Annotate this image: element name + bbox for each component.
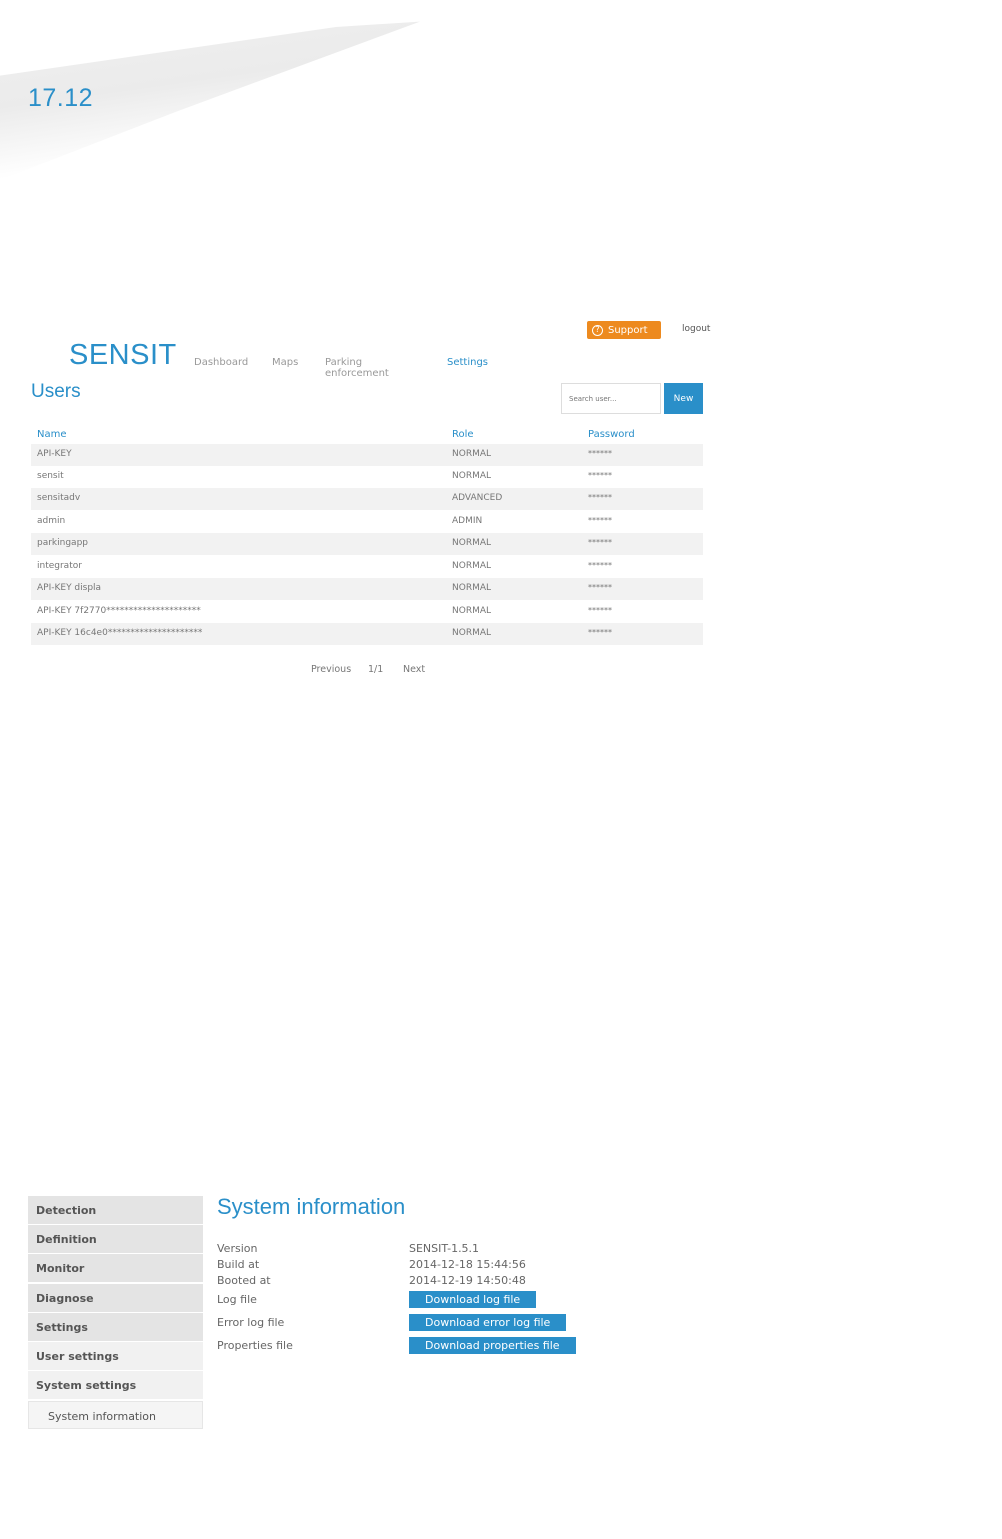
pager-previous[interactable]: Previous bbox=[311, 664, 351, 675]
nav-maps[interactable]: Maps bbox=[272, 357, 298, 368]
table-row[interactable]: API-KEY 16c4e0********************* NORM… bbox=[31, 623, 703, 645]
table-row[interactable]: API-KEY NORMAL ****** bbox=[31, 444, 703, 466]
sidebar-item-monitor[interactable]: Monitor bbox=[28, 1254, 203, 1282]
pager-next[interactable]: Next bbox=[403, 664, 425, 675]
search-input[interactable] bbox=[561, 383, 661, 414]
support-button[interactable]: ? Support bbox=[587, 321, 661, 339]
booted-label: Booted at bbox=[217, 1274, 271, 1287]
sidebar-item-user-settings[interactable]: User settings bbox=[28, 1342, 203, 1370]
cell-password: ****** bbox=[588, 449, 612, 458]
page-title: Users bbox=[31, 381, 81, 402]
booted-value: 2014-12-19 14:50:48 bbox=[409, 1274, 526, 1287]
cell-role: NORMAL bbox=[452, 606, 492, 616]
cell-name: parkingapp bbox=[37, 538, 88, 548]
help-icon: ? bbox=[592, 324, 603, 336]
cell-role: ADMIN bbox=[452, 516, 483, 526]
cell-name: sensit bbox=[37, 471, 64, 481]
app-logo[interactable]: SENSIT bbox=[69, 339, 177, 372]
table-row[interactable]: admin ADMIN ****** bbox=[31, 511, 703, 533]
sidebar-item-settings[interactable]: Settings bbox=[28, 1313, 203, 1341]
cell-name: admin bbox=[37, 516, 66, 526]
cell-password: ****** bbox=[588, 538, 612, 547]
sidebar-item-system-settings[interactable]: System settings bbox=[28, 1371, 203, 1399]
table-row[interactable]: parkingapp NORMAL ****** bbox=[31, 533, 703, 555]
build-value: 2014-12-18 15:44:56 bbox=[409, 1258, 526, 1271]
cell-password: ****** bbox=[588, 561, 612, 570]
nav-dashboard[interactable]: Dashboard bbox=[194, 357, 248, 368]
download-log-button[interactable]: Download log file bbox=[409, 1291, 537, 1308]
cell-role: ADVANCED bbox=[452, 493, 503, 503]
sidebar-item-diagnose[interactable]: Diagnose bbox=[28, 1284, 203, 1312]
error-log-label: Error log file bbox=[217, 1316, 285, 1329]
properties-file-label: Properties file bbox=[217, 1339, 293, 1352]
cell-password: ****** bbox=[588, 583, 612, 592]
support-label: Support bbox=[608, 324, 648, 336]
cell-password: ****** bbox=[588, 471, 612, 480]
cell-name: API-KEY bbox=[37, 449, 72, 459]
column-header-password[interactable]: Password bbox=[588, 429, 635, 440]
cell-name: API-KEY displa bbox=[37, 583, 102, 593]
nav-settings[interactable]: Settings bbox=[447, 357, 488, 368]
sidebar-item-definition[interactable]: Definition bbox=[28, 1225, 203, 1253]
cell-name: API-KEY 16c4e0********************* bbox=[37, 628, 203, 638]
table-row[interactable]: API-KEY 7f2770********************* NORM… bbox=[31, 601, 703, 623]
version-value: SENSIT-1.5.1 bbox=[409, 1242, 480, 1255]
cell-role: NORMAL bbox=[452, 583, 492, 593]
logout-link[interactable]: logout bbox=[682, 324, 710, 334]
cell-role: NORMAL bbox=[452, 471, 492, 481]
version-label: Version bbox=[217, 1242, 258, 1255]
cell-role: NORMAL bbox=[452, 561, 492, 571]
cell-role: NORMAL bbox=[452, 628, 492, 638]
column-header-role[interactable]: Role bbox=[452, 429, 474, 440]
system-info-title: System information bbox=[217, 1194, 406, 1219]
cell-role: NORMAL bbox=[452, 449, 492, 459]
cell-password: ****** bbox=[588, 606, 612, 615]
table-row[interactable]: integrator NORMAL ****** bbox=[31, 556, 703, 578]
cell-role: NORMAL bbox=[452, 538, 492, 548]
download-error-log-button[interactable]: Download error log file bbox=[409, 1314, 567, 1331]
cell-password: ****** bbox=[588, 516, 612, 525]
download-properties-button[interactable]: Download properties file bbox=[409, 1337, 576, 1354]
sidebar-item-system-information[interactable]: System information bbox=[28, 1401, 203, 1429]
build-label: Build at bbox=[217, 1258, 260, 1271]
cell-name: API-KEY 7f2770********************* bbox=[37, 606, 201, 616]
cell-name: sensitadv bbox=[37, 493, 81, 503]
cell-name: integrator bbox=[37, 561, 82, 571]
cell-password: ****** bbox=[588, 493, 612, 502]
table-row[interactable]: sensit NORMAL ****** bbox=[31, 466, 703, 488]
nav-parking-enforcement[interactable]: Parking enforcement bbox=[325, 357, 389, 379]
table-row[interactable]: sensitadv ADVANCED ****** bbox=[31, 488, 703, 510]
pager-page: 1/1 bbox=[368, 664, 384, 675]
table-row[interactable]: API-KEY displa NORMAL ****** bbox=[31, 578, 703, 600]
column-header-name[interactable]: Name bbox=[37, 429, 67, 440]
log-file-label: Log file bbox=[217, 1293, 257, 1306]
new-user-button[interactable]: New bbox=[664, 383, 703, 414]
cell-password: ****** bbox=[588, 628, 612, 637]
sidebar-item-detection[interactable]: Detection bbox=[28, 1196, 203, 1224]
page-number: 17.12 bbox=[28, 84, 94, 112]
